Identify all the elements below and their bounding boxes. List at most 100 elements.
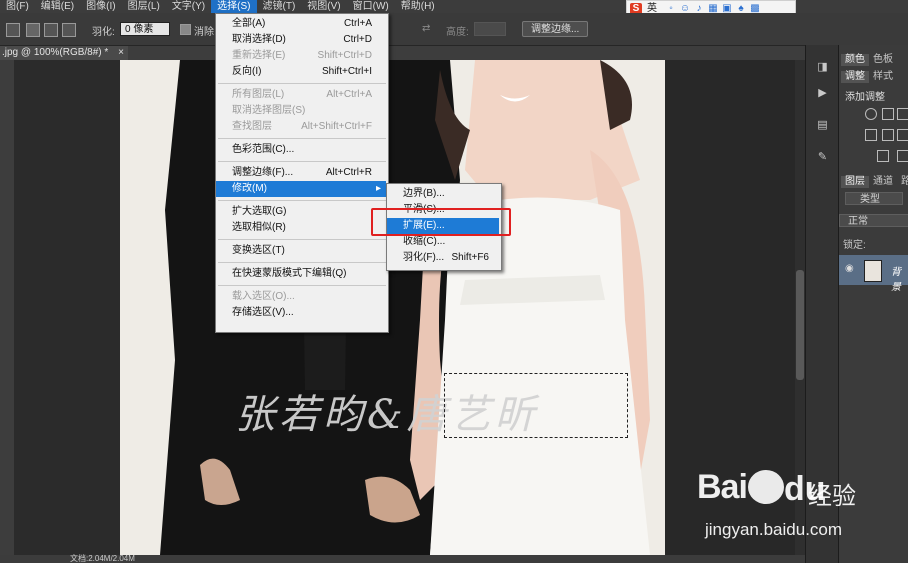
select-menu-item-label: 色彩范围(C)... (232, 144, 295, 155)
height-input[interactable] (474, 22, 506, 36)
menu-separator (218, 161, 386, 162)
status-bar: 文档:2.04M/2.04M (0, 555, 805, 563)
select-menu-item-label: 修改(M) (232, 183, 267, 194)
layer-thumbnail (864, 260, 882, 282)
height-label: 高度: (446, 27, 469, 38)
tab-color[interactable]: 颜色 (841, 54, 869, 66)
properties-icon[interactable]: ▤ (816, 119, 829, 132)
select-menu-item-shortcut: Alt+Ctrl+A (326, 89, 372, 100)
select-menu-dropdown: 全部(A) Ctrl+A 取消选择(D) Ctrl+D 重新选择(E) Shift+Ctr… (215, 13, 389, 333)
curves-icon[interactable] (897, 108, 908, 120)
menu-0[interactable]: 图(F) (0, 0, 35, 13)
swap-icon[interactable]: ⇄ (422, 23, 430, 34)
select-menu-item-label: 载入选区(O)... (232, 291, 295, 302)
menu-2[interactable]: 图像(I) (80, 0, 121, 13)
close-tab-icon[interactable]: × (118, 46, 124, 60)
select-menu-item-8[interactable]: 调整边缘(F)... Alt+Ctrl+R (216, 165, 386, 181)
document-tab[interactable]: .jpg @ 100%(RGB/8#) * × (0, 46, 128, 60)
gradient-map-icon[interactable] (897, 150, 908, 162)
select-menu-item-1[interactable]: 取消选择(D) Ctrl+D (216, 32, 386, 48)
select-menu-item-14[interactable]: 载入选区(O)... (216, 289, 386, 305)
select-menu-item-label: 重新选择(E) (232, 50, 286, 61)
select-menu-item-13[interactable]: 在快速蒙版模式下编辑(Q) (216, 266, 386, 282)
document-tab-title: .jpg @ 100%(RGB/8#) * (2, 47, 109, 58)
options-bar: 羽化: 0 像素 消除 ⇄ 高度: 调整边缘... (0, 13, 908, 46)
submenu-arrow-icon: ▸ (375, 183, 381, 194)
select-menu-item-shortcut: Alt+Shift+Ctrl+F (301, 121, 372, 132)
layer-row-background[interactable]: ◉ 背景 (839, 255, 908, 293)
menu-separator (218, 83, 386, 84)
refine-edge-button[interactable]: 调整边缘... (522, 21, 589, 37)
tab-swatches[interactable]: 色板 (869, 54, 897, 66)
feather-input[interactable]: 0 像素 (120, 22, 170, 36)
tab-channels[interactable]: 通道 (869, 176, 897, 188)
select-menu-item-label: 扩大选取(G) (232, 206, 287, 217)
select-menu-item-6[interactable]: 查找图层 Alt+Shift+Ctrl+F (216, 119, 386, 135)
select-menu-item-7[interactable]: 色彩范围(C)... (216, 142, 386, 158)
modify-submenu-item-0[interactable]: 边界(B)... (387, 186, 499, 202)
select-menu-item-label: 查找图层 (232, 121, 272, 132)
select-menu-item-15[interactable]: 存储选区(V)... (216, 305, 386, 321)
baidu-watermark-logo: Bai (697, 468, 748, 506)
blend-mode-select[interactable]: 正常 (839, 214, 908, 227)
select-menu-item-11[interactable]: 选取相似(R) (216, 220, 386, 236)
menu-4[interactable]: 文字(Y) (166, 0, 211, 13)
layer-name: 背景 (891, 267, 901, 293)
black-white-icon[interactable] (897, 129, 908, 141)
color-panel-icon[interactable]: ◨ (816, 61, 829, 74)
levels-icon[interactable] (882, 108, 894, 120)
select-menu-item-label: 取消选择图层(S) (232, 105, 306, 116)
menu-9[interactable]: 帮助(H) (395, 0, 441, 13)
select-menu-item-label: 在快速蒙版模式下编辑(Q) (232, 268, 347, 279)
layer-kind-filter[interactable]: 类型 (845, 192, 903, 205)
baidu-paw-icon (748, 470, 784, 504)
menu-3[interactable]: 图层(L) (122, 0, 166, 13)
eye-visibility-icon[interactable]: ◉ (845, 263, 854, 274)
vertical-ruler (0, 60, 14, 555)
tab-layers[interactable]: 图层 (841, 176, 869, 188)
menu-separator (218, 138, 386, 139)
menu-7[interactable]: 视图(V) (301, 0, 346, 13)
select-menu-item-5[interactable]: 取消选择图层(S) (216, 103, 386, 119)
baidu-watermark-url: jingyan.baidu.com (705, 520, 843, 539)
tab-adjustments[interactable]: 调整 (841, 71, 869, 83)
select-menu-item-3[interactable]: 反向(I) Shift+Ctrl+I (216, 64, 386, 80)
select-menu-item-label: 变换选区(T) (232, 245, 285, 256)
select-menu-item-label: 取消选择(D) (232, 34, 286, 45)
photo-filter-icon[interactable] (877, 150, 889, 162)
select-menu-item-12[interactable]: 变换选区(T) (216, 243, 386, 259)
modify-submenu-item-3[interactable]: 收缩(C)... (387, 234, 499, 250)
scrollbar-thumb[interactable] (796, 270, 804, 380)
lock-label: 锁定: (843, 240, 866, 251)
select-menu-item-10[interactable]: 扩大选取(G) (216, 204, 386, 220)
antialias-checkbox[interactable] (180, 24, 191, 35)
modify-submenu-item-4[interactable]: 羽化(F)... Shift+F6 (387, 250, 499, 266)
select-menu-item-shortcut: Shift+Ctrl+I (321, 66, 372, 77)
select-menu-item-4[interactable]: 所有图层(L) Alt+Ctrl+A (216, 87, 386, 103)
select-menu-item-2[interactable]: 重新选择(E) Shift+Ctrl+D (216, 48, 386, 64)
menu-5[interactable]: 选择(S) (211, 0, 257, 13)
select-menu-item-0[interactable]: 全部(A) Ctrl+A (216, 16, 386, 32)
tab-paths[interactable]: 路 (897, 176, 908, 188)
document-size-status: 文档:2.04M/2.04M (70, 554, 135, 563)
add-selection-icon[interactable] (26, 23, 40, 37)
color-balance-icon[interactable] (882, 129, 894, 141)
subtract-selection-icon[interactable] (44, 23, 58, 37)
brightness-icon[interactable] (865, 108, 877, 120)
menu-8[interactable]: 窗口(W) (347, 0, 395, 13)
tab-styles[interactable]: 样式 (869, 71, 897, 83)
select-menu-item-label: 所有图层(L) (232, 89, 285, 100)
feather-label: 羽化: (92, 27, 115, 38)
play-actions-icon[interactable]: ▶ (816, 87, 829, 100)
select-menu-item-9[interactable]: 修改(M) ▸ (216, 181, 386, 197)
wedding-photo (120, 60, 665, 555)
select-menu-item-shortcut: Ctrl+A (343, 18, 372, 29)
menu-6[interactable]: 滤镜(T) (257, 0, 302, 13)
menu-1[interactable]: 编辑(E) (35, 0, 80, 13)
hue-saturation-icon[interactable] (865, 129, 877, 141)
tool-preset-icon[interactable]: ✎ (816, 151, 829, 164)
select-menu-item-label: 反向(I) (232, 66, 262, 77)
new-selection-icon[interactable] (6, 23, 20, 37)
intersect-selection-icon[interactable] (62, 23, 76, 37)
document-canvas[interactable]: 张若昀&唐艺昕 (120, 60, 665, 555)
